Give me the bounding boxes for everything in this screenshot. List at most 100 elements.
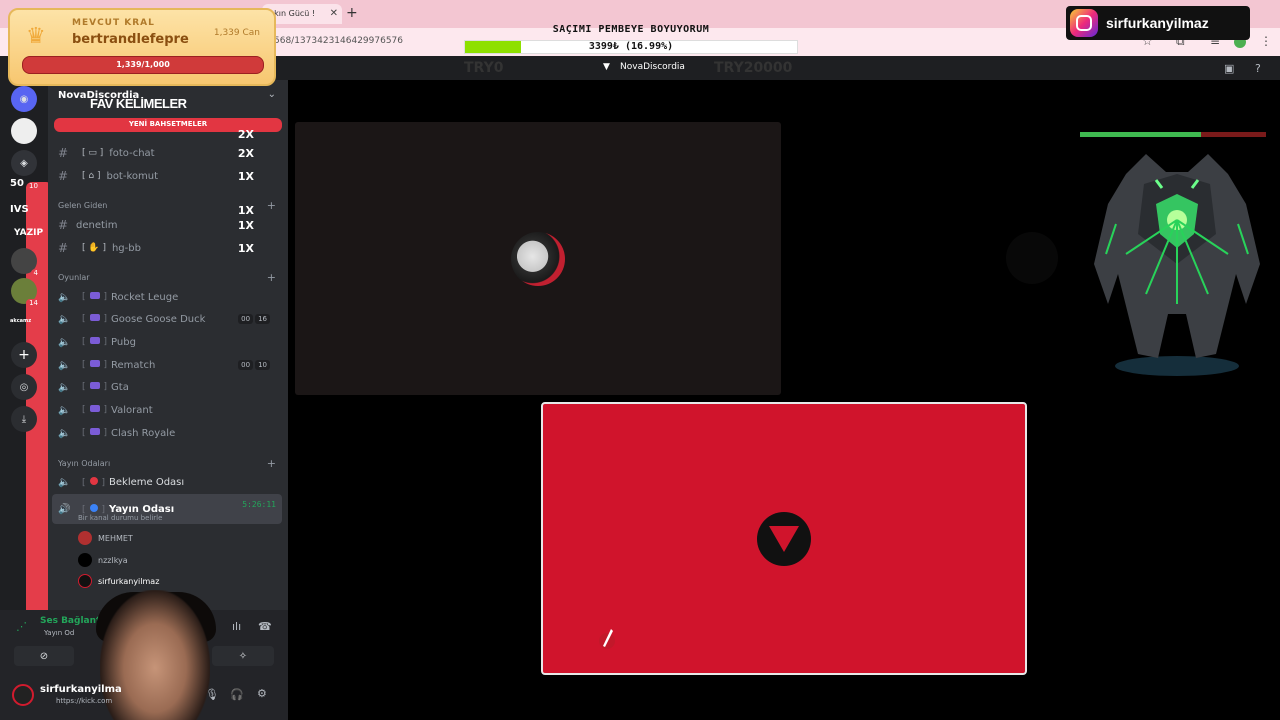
- bracket: []: [82, 360, 108, 370]
- boss-golem-image: [1094, 154, 1260, 376]
- voice-channel[interactable]: 🔈 [] Rematch 00 10: [58, 355, 282, 375]
- voice-member[interactable]: sirfurkanyilmaz: [78, 574, 159, 588]
- voice-channel-name: Clash Royale: [111, 427, 176, 439]
- bracket: []: [82, 337, 108, 347]
- voice-member[interactable]: nzzlkya: [78, 553, 128, 567]
- voice-channel-name: Rocket Leuge: [111, 291, 179, 303]
- voice-channel[interactable]: 🔈 [] Valorant: [58, 400, 282, 420]
- channel-denetim[interactable]: # denetim 1X: [58, 215, 282, 235]
- server-label-akcamz[interactable]: akcamz: [10, 318, 31, 324]
- channel-name: bot-komut: [106, 170, 159, 182]
- url-text: 568/1373423146429976576: [274, 36, 404, 46]
- active-voice-channel[interactable]: 🔊 [] Yayın Odası 5:26:11 Bir kanal durum…: [52, 494, 282, 524]
- channel-hg-bb[interactable]: # [ ✋ ] hg-bb 1X: [58, 238, 282, 258]
- window-server-title: NovaDiscordia: [620, 62, 685, 72]
- channel-name: foto-chat: [109, 147, 155, 159]
- speaker-icon: 🔈: [58, 427, 71, 439]
- voice-channel-name: Rematch: [111, 359, 156, 371]
- close-tab-icon[interactable]: ✕: [330, 8, 338, 19]
- voice-channel[interactable]: 🔈 [] Clash Royale: [58, 423, 282, 443]
- boss-health-fill: [1080, 132, 1201, 137]
- video-off-button[interactable]: ⊘: [14, 646, 74, 666]
- menu-kebab-icon[interactable]: ⋮: [1260, 34, 1272, 48]
- avatar: [78, 574, 92, 588]
- controller-icon: [89, 337, 100, 344]
- faded-avatar: [1006, 232, 1058, 284]
- bracket: []: [82, 476, 106, 488]
- multiplier: 2X: [237, 146, 254, 160]
- rocket-icon: ✧: [238, 650, 248, 662]
- discord-home-icon[interactable]: ◉: [11, 86, 37, 112]
- avatar: [78, 553, 92, 567]
- voice-channel-name: Bekleme Odası: [109, 476, 185, 488]
- voice-timer: 5:26:11: [242, 500, 276, 509]
- channel-status-prompt[interactable]: Bir kanal durumu belirle: [78, 514, 162, 522]
- count-limit: 10: [255, 360, 270, 370]
- voice-channel-sub: Yayın Od: [44, 629, 75, 637]
- channel-bot-komut[interactable]: # [ ⌂ ] bot-komut 1X: [58, 166, 282, 186]
- new-tab-button[interactable]: +: [346, 5, 358, 21]
- server-label-ivs[interactable]: IVS: [10, 204, 29, 215]
- noise-suppression-icon[interactable]: ılı: [232, 620, 241, 633]
- server-label-yazip[interactable]: YAZIP: [14, 228, 43, 238]
- controller-icon: [89, 382, 100, 389]
- add-channel-icon[interactable]: +: [267, 457, 276, 470]
- chevron-down-icon[interactable]: ⌄: [268, 89, 276, 100]
- user-avatar[interactable]: [12, 684, 34, 706]
- server-logo-icon: ▼: [603, 62, 610, 72]
- avatar: [78, 531, 92, 545]
- discover-icon[interactable]: ◎: [11, 374, 37, 400]
- hash-icon: #: [58, 241, 69, 255]
- inbox-icon[interactable]: ▣: [1224, 62, 1234, 75]
- server-icon-2[interactable]: ◈: [11, 150, 37, 176]
- voice-channel[interactable]: 🔈 [] Goose Goose Duck 00 16: [58, 309, 282, 329]
- speaker-active-icon: 🔊: [58, 503, 71, 515]
- controller-icon: [89, 292, 100, 299]
- voice-channel-name: Valorant: [111, 404, 153, 416]
- voice-channel[interactable]: 🔈 [] Rocket Leuge: [58, 287, 282, 307]
- disconnect-icon[interactable]: ☎: [258, 620, 272, 633]
- speaker-icon: 🔈: [58, 336, 71, 348]
- instagram-handle: sirfurkanyilmaz: [1106, 15, 1209, 31]
- user-name[interactable]: sirfurkanyilma: [40, 684, 122, 695]
- speaker-icon: 🔈: [58, 476, 71, 488]
- goal-title: SAÇIMI PEMBEYE BOYUYORUM: [552, 24, 710, 35]
- ghost-label-right: TRY20000: [714, 60, 793, 76]
- voice-channel[interactable]: 🔈 [] Pubg: [58, 332, 282, 352]
- activity-button[interactable]: ✧: [212, 646, 274, 666]
- pencil-icon: [599, 629, 615, 649]
- red-dot-icon: [89, 476, 98, 485]
- crown-icon: ♛: [26, 24, 46, 49]
- ghost-label-left: TRY0: [464, 60, 504, 76]
- signal-icon: ⋰: [16, 620, 27, 633]
- fav-words-title: FAV KELİMELER: [90, 96, 187, 111]
- speaker-icon: 🔈: [58, 404, 71, 416]
- king-widget: ♛ MEVCUT KRAL bertrandlefepre 1,339 Can …: [8, 8, 276, 86]
- bracket: []: [82, 314, 108, 324]
- server-icon-1[interactable]: [11, 118, 37, 144]
- wave-icon: [ ✋ ]: [82, 243, 106, 253]
- hash-icon: #: [58, 218, 69, 232]
- channel-foto-chat[interactable]: # [ ▭ ] foto-chat 2X: [58, 143, 282, 163]
- bracket: []: [82, 292, 108, 302]
- server-icon-4[interactable]: 14: [11, 278, 41, 307]
- controller-icon: [89, 360, 100, 367]
- category-yayin[interactable]: Yayın Odaları: [58, 459, 110, 468]
- headphones-icon[interactable]: 🎧: [230, 688, 244, 701]
- category-oyunlar[interactable]: Oyunlar: [58, 273, 90, 282]
- voice-channel[interactable]: 🔈 [] Gta: [58, 377, 282, 397]
- voice-channel-bekleme[interactable]: 🔈 [] Bekleme Odası: [58, 472, 282, 492]
- microphone-icon[interactable]: 🎙: [205, 688, 219, 701]
- settings-gear-icon[interactable]: ⚙: [257, 687, 267, 700]
- server-badge: 14: [26, 299, 41, 307]
- add-server-icon[interactable]: +: [11, 342, 37, 368]
- server-icon-3[interactable]: 4: [11, 248, 41, 277]
- bracket: []: [82, 382, 108, 392]
- controller-icon: [89, 428, 100, 435]
- voice-member[interactable]: MEHMET: [78, 531, 133, 545]
- multiplier: 1X: [237, 169, 254, 183]
- help-icon[interactable]: ?: [1255, 62, 1261, 75]
- download-icon[interactable]: ⤓: [11, 406, 37, 432]
- server-label-50[interactable]: 50: [10, 178, 24, 189]
- add-channel-icon[interactable]: +: [267, 271, 276, 284]
